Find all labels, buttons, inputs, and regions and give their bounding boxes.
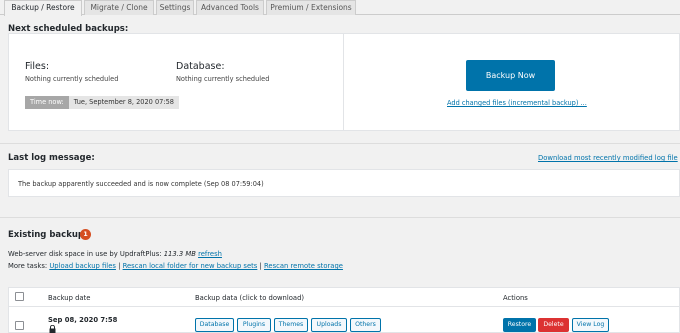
column-backup-date: Backup date bbox=[48, 294, 91, 302]
download-uploads-button[interactable]: Uploads bbox=[311, 318, 347, 332]
column-backup-data: Backup data (click to download) bbox=[195, 294, 305, 302]
select-all-checkbox[interactable] bbox=[15, 292, 24, 301]
download-plugins-button[interactable]: Plugins bbox=[237, 318, 271, 332]
tab-advanced-tools[interactable]: Advanced Tools bbox=[196, 0, 264, 15]
backup-now-button[interactable]: Backup Now bbox=[466, 60, 555, 91]
rescan-remote-link[interactable]: Rescan remote storage bbox=[264, 262, 343, 270]
disk-usage-line: Web-server disk space in use by UpdraftP… bbox=[8, 250, 222, 258]
download-others-button[interactable]: Others bbox=[350, 318, 381, 332]
time-now-label: Time now: bbox=[25, 96, 69, 109]
table-header-divider bbox=[8, 306, 680, 307]
download-database-button[interactable]: Database bbox=[195, 318, 234, 332]
tab-backup-restore[interactable]: Backup / Restore bbox=[4, 0, 82, 16]
restore-button[interactable]: Restore bbox=[503, 318, 536, 332]
time-now-value: Tue, September 8, 2020 07:58 bbox=[68, 96, 179, 109]
disk-usage-label: Web-server disk space in use by UpdraftP… bbox=[8, 250, 162, 258]
panel-divider bbox=[343, 33, 344, 131]
existing-backups-heading: Existing backups bbox=[8, 230, 90, 240]
rescan-local-link[interactable]: Rescan local folder for new backup sets bbox=[123, 262, 258, 270]
files-schedule-status: Nothing currently scheduled bbox=[25, 75, 119, 83]
files-label: Files: bbox=[25, 61, 50, 72]
more-tasks-line: More tasks: Upload backup files | Rescan… bbox=[8, 262, 343, 270]
log-message: The backup apparently succeeded and is n… bbox=[18, 180, 264, 188]
tab-migrate-clone[interactable]: Migrate / Clone bbox=[84, 0, 154, 15]
tab-premium-extensions[interactable]: Premium / Extensions bbox=[266, 0, 356, 15]
separator-pipe: | bbox=[259, 262, 262, 270]
separator-pipe: | bbox=[118, 262, 121, 270]
backup-count-badge: 1 bbox=[80, 229, 91, 240]
column-actions: Actions bbox=[503, 294, 528, 302]
database-label: Database: bbox=[176, 61, 225, 72]
incremental-backup-link[interactable]: Add changed files (incremental backup) .… bbox=[447, 99, 587, 107]
database-schedule-status: Nothing currently scheduled bbox=[176, 75, 270, 83]
backup-date: Sep 08, 2020 7:58 bbox=[48, 316, 118, 324]
download-log-link[interactable]: Download most recently modified log file bbox=[538, 154, 678, 162]
nav-tabs: Backup / Restore Migrate / Clone Setting… bbox=[0, 0, 680, 16]
log-heading: Last log message: bbox=[8, 153, 95, 163]
separator bbox=[0, 143, 680, 144]
refresh-link[interactable]: refresh bbox=[198, 250, 222, 258]
row-checkbox[interactable] bbox=[15, 321, 24, 330]
view-log-button[interactable]: View Log bbox=[572, 318, 609, 332]
separator bbox=[0, 217, 680, 218]
lock-icon[interactable] bbox=[49, 324, 56, 333]
time-now-box: Time now: Tue, September 8, 2020 07:58 bbox=[25, 96, 179, 109]
more-tasks-label: More tasks: bbox=[8, 262, 48, 270]
upload-backup-files-link[interactable]: Upload backup files bbox=[49, 262, 116, 270]
tab-settings[interactable]: Settings bbox=[156, 0, 194, 15]
download-themes-button[interactable]: Themes bbox=[274, 318, 308, 332]
delete-button[interactable]: Delete bbox=[538, 318, 569, 332]
disk-usage-value: 113.3 MB bbox=[163, 250, 196, 258]
